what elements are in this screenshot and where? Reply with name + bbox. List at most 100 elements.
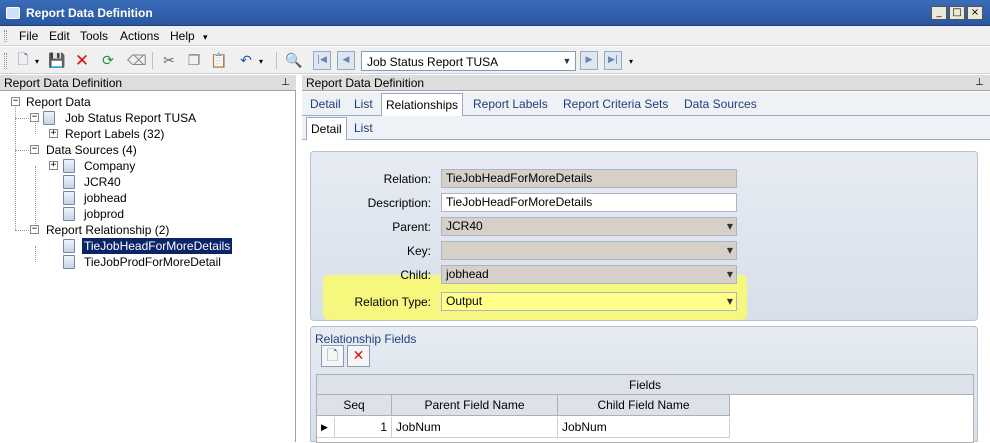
column-header-child-field[interactable]: Child Field Name xyxy=(558,395,730,416)
relationship-icon xyxy=(63,239,75,253)
child-select-value: jobhead xyxy=(446,267,489,281)
minimize-button[interactable]: _ xyxy=(931,6,947,20)
menu-actions[interactable]: Actions xyxy=(120,29,159,43)
menu-help[interactable]: Help xyxy=(170,29,195,43)
tab-relationships[interactable]: Relationships xyxy=(381,93,464,116)
delete-icon[interactable]: ✕ xyxy=(72,51,92,71)
relationship-detail-form: Relation: TieJobHeadForMoreDetails Descr… xyxy=(310,151,978,321)
new-icon[interactable]: 🗋 xyxy=(13,51,33,71)
menu-tools[interactable]: Tools xyxy=(80,29,108,43)
pin-icon[interactable]: ⊥ xyxy=(281,75,290,91)
delete-field-button[interactable]: ✕ xyxy=(347,345,370,367)
key-select[interactable]: ▼ xyxy=(441,241,737,260)
column-header-parent-field[interactable]: Parent Field Name xyxy=(392,395,558,416)
report-icon xyxy=(43,111,55,125)
paste-icon[interactable]: 📋 xyxy=(209,51,229,71)
subtab-list[interactable]: List xyxy=(354,121,373,135)
child-select[interactable]: jobhead ▼ xyxy=(441,265,737,284)
tab-list[interactable]: List xyxy=(354,97,373,111)
relation-field: TieJobHeadForMoreDetails xyxy=(441,169,737,188)
window-title: Report Data Definition xyxy=(26,6,153,20)
save-icon[interactable]: 💾 xyxy=(47,51,67,71)
expand-icon[interactable]: + xyxy=(49,129,58,138)
menu-file[interactable]: File xyxy=(19,29,38,43)
table-icon xyxy=(63,207,75,221)
chevron-down-icon[interactable]: ▼ xyxy=(727,293,733,310)
chevron-down-icon[interactable]: ▼ xyxy=(727,218,733,235)
table-icon xyxy=(63,175,75,189)
next-record-button[interactable]: ▶ xyxy=(580,51,598,70)
tab-data-sources[interactable]: Data Sources xyxy=(684,97,757,111)
maximize-button[interactable]: □ xyxy=(949,6,965,20)
main-tabs: Detail List Relationships Report Labels … xyxy=(302,92,990,116)
collapse-icon[interactable]: − xyxy=(11,97,20,106)
left-panel-header: Report Data Definition ⊥ xyxy=(0,75,296,91)
subtab-detail[interactable]: Detail xyxy=(306,117,347,140)
table-row-parent[interactable]: JobNum xyxy=(392,417,558,438)
relation-label: Relation: xyxy=(383,172,431,186)
first-record-button[interactable]: |◀ xyxy=(313,51,331,70)
table-icon xyxy=(63,191,75,205)
relation-type-value: Output xyxy=(446,294,483,308)
search-icon[interactable]: 🔍 xyxy=(284,51,304,71)
left-panel-title: Report Data Definition xyxy=(4,76,123,90)
description-input[interactable]: TieJobHeadForMoreDetails xyxy=(441,193,737,212)
menu-grip[interactable] xyxy=(4,30,7,42)
right-panel: Report Data Definition ⊥ Detail List Rel… xyxy=(302,75,990,443)
cut-icon[interactable]: ✂ xyxy=(159,51,179,71)
parent-label: Parent: xyxy=(392,220,431,234)
relationship-fields-title: Relationship Fields xyxy=(315,332,417,346)
column-header-seq[interactable]: Seq xyxy=(317,395,392,416)
toolbar-overflow-icon[interactable]: ▾ xyxy=(626,51,636,71)
add-field-button[interactable]: 🗋 xyxy=(321,345,344,367)
pin-icon[interactable]: ⊥ xyxy=(975,75,984,91)
expand-icon[interactable]: + xyxy=(49,161,58,170)
close-button[interactable]: × xyxy=(967,6,983,20)
report-selector[interactable]: Job Status Report TUSA ▼ xyxy=(361,51,576,71)
last-record-button[interactable]: ▶| xyxy=(604,51,622,70)
right-panel-title: Report Data Definition xyxy=(306,76,425,90)
right-panel-header: Report Data Definition ⊥ xyxy=(302,75,990,91)
chevron-down-icon[interactable]: ▼ xyxy=(727,242,733,259)
app-icon xyxy=(6,7,20,19)
eraser-icon[interactable]: ⌫ xyxy=(127,51,147,71)
menu-bar: File Edit Tools Actions Help ▾ xyxy=(0,26,990,46)
table-icon xyxy=(63,159,75,173)
grid-caption: Fields xyxy=(317,375,973,395)
parent-select[interactable]: JCR40 ▼ xyxy=(441,217,737,236)
description-label: Description: xyxy=(367,196,431,210)
previous-record-button[interactable]: ◀ xyxy=(337,51,355,70)
collapse-icon[interactable]: − xyxy=(30,113,39,122)
tab-detail[interactable]: Detail xyxy=(310,97,341,111)
chevron-down-icon[interactable]: ▼ xyxy=(727,266,733,283)
table-row-child[interactable]: JobNum xyxy=(558,417,730,438)
toolbar-grip[interactable] xyxy=(4,53,7,69)
menu-overflow-icon[interactable]: ▾ xyxy=(203,32,208,43)
relation-type-label: Relation Type: xyxy=(354,295,432,309)
undo-icon[interactable]: ↶ xyxy=(236,51,256,71)
title-bar: Report Data Definition _ □ × xyxy=(0,0,990,26)
relationship-icon xyxy=(63,255,75,269)
toolbar: 🗋 ▾ 💾 ✕ ⟳ ⌫ ✂ ❐ 📋 ↶ ▾ 🔍 |◀ ◀ Job Status … xyxy=(0,47,990,74)
relation-type-select[interactable]: Output ▼ xyxy=(441,292,737,311)
child-label: Child: xyxy=(400,268,431,282)
key-label: Key: xyxy=(406,244,431,258)
collapse-icon[interactable]: − xyxy=(30,145,39,154)
parent-select-value: JCR40 xyxy=(446,219,483,233)
tab-report-labels[interactable]: Report Labels xyxy=(473,97,548,111)
table-row-seq[interactable]: 1 xyxy=(335,417,392,438)
menu-edit[interactable]: Edit xyxy=(49,29,70,43)
relationship-fields-panel: Relationship Fields 🗋 ✕ Fields Seq Paren… xyxy=(310,326,978,443)
new-dropdown-icon[interactable]: ▾ xyxy=(32,51,42,71)
chevron-down-icon[interactable]: ▼ xyxy=(561,54,573,68)
collapse-icon[interactable]: − xyxy=(30,225,39,234)
row-indicator-icon[interactable]: ▶ xyxy=(317,417,335,438)
tab-report-criteria-sets[interactable]: Report Criteria Sets xyxy=(563,97,668,111)
copy-icon[interactable]: ❐ xyxy=(184,51,204,71)
sub-tabs: Detail List xyxy=(302,116,990,140)
fields-grid: Fields Seq Parent Field Name Child Field… xyxy=(316,374,974,443)
left-panel: Report Data Definition ⊥ − Report Data −… xyxy=(0,75,296,442)
undo-dropdown-icon[interactable]: ▾ xyxy=(256,51,266,71)
report-selector-value: Job Status Report TUSA xyxy=(367,55,499,69)
refresh-icon[interactable]: ⟳ xyxy=(98,51,118,71)
